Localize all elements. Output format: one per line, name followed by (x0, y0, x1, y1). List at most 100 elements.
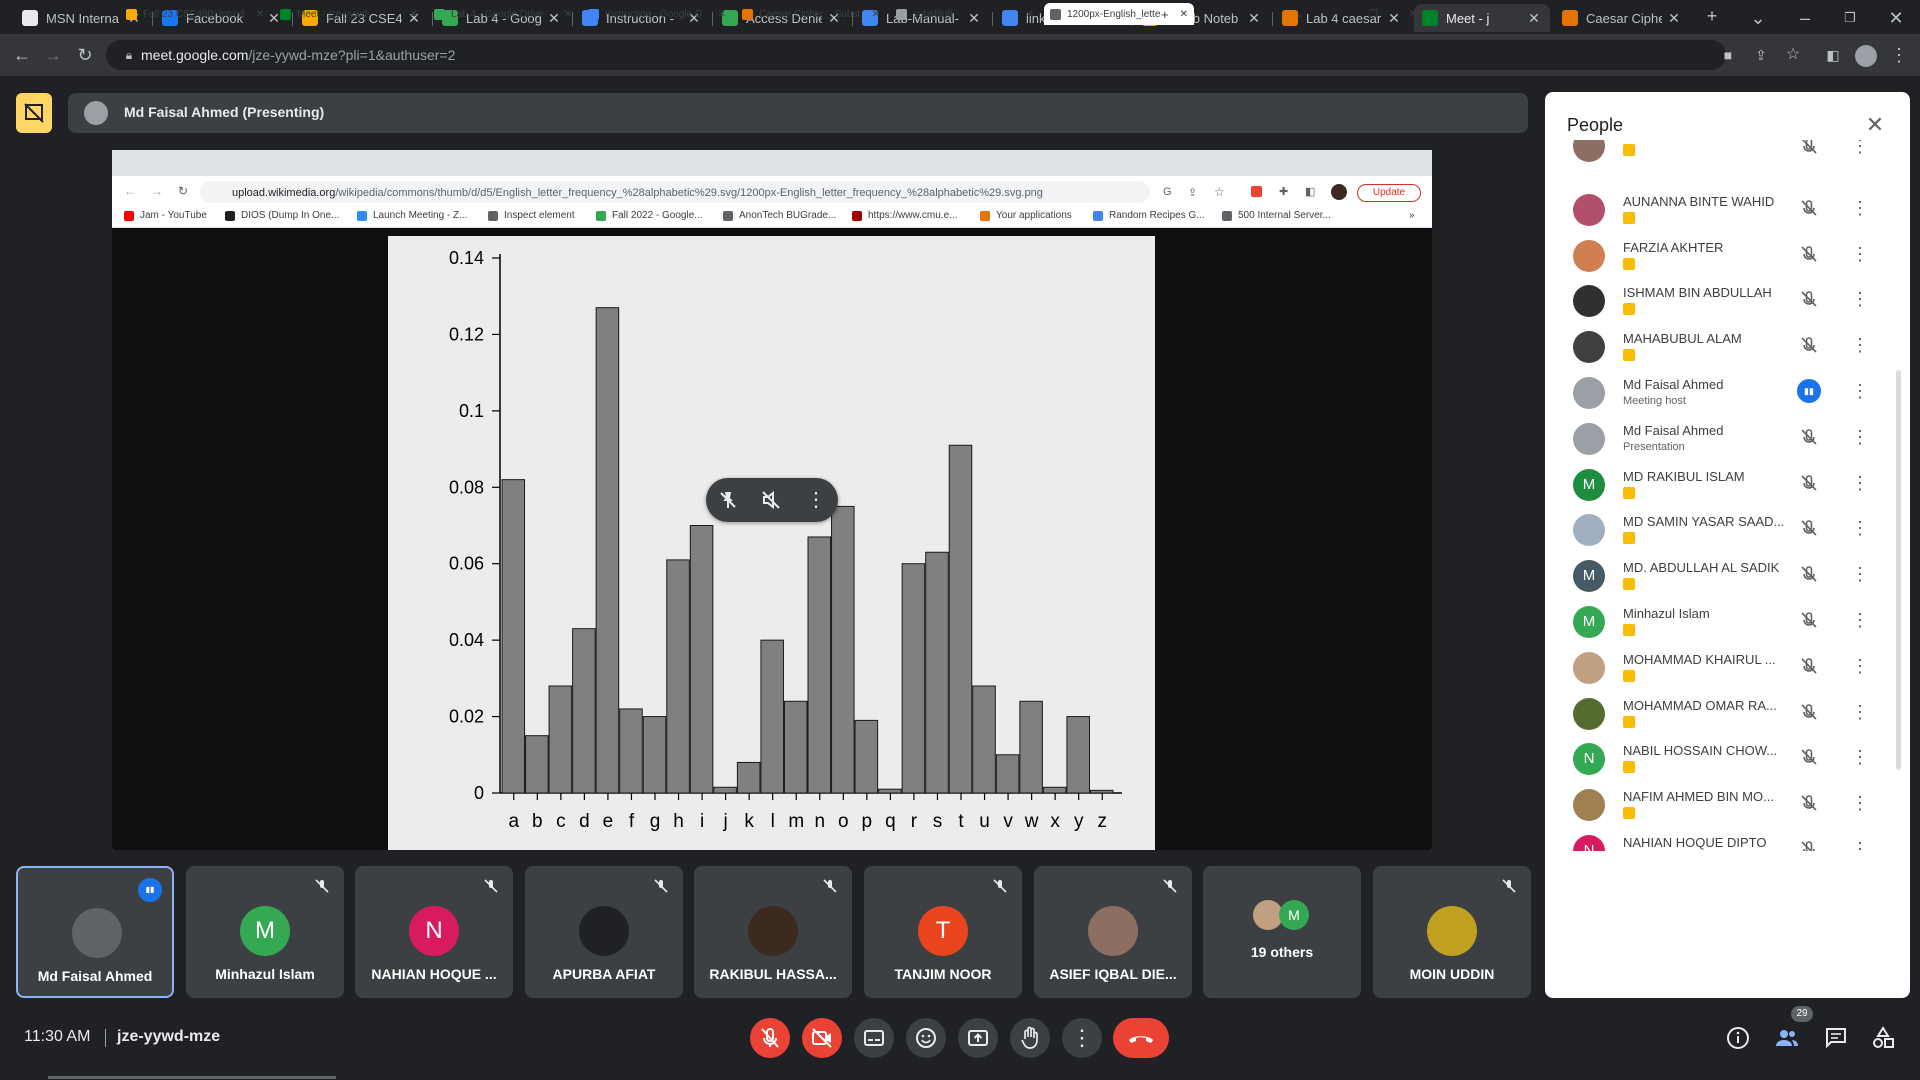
browser-tab[interactable]: Meet - j ✕ (1414, 4, 1550, 32)
people-list-item[interactable]: ⋮ (1545, 140, 1900, 176)
people-list-item[interactable]: N NAHIAN HOQUE DIPTO ⋮ (1545, 827, 1900, 851)
bar-e (595, 307, 620, 794)
bar-x (1042, 786, 1067, 794)
bar-v (995, 754, 1020, 794)
present-now-button[interactable] (958, 1018, 998, 1058)
chat-icon[interactable] (1823, 1025, 1849, 1051)
participant-tile[interactable]: T TANJIM NOOR (864, 866, 1022, 998)
tab-close-icon[interactable]: ✕ (1386, 10, 1402, 27)
mic-off-icon[interactable] (1797, 608, 1821, 632)
camera-in-use-icon[interactable]: ■ (1716, 43, 1740, 67)
close-panel-icon[interactable]: ✕ (1863, 113, 1887, 137)
participant-more-icon[interactable]: ⋮ (1851, 140, 1869, 158)
mic-off-icon[interactable] (1797, 791, 1821, 815)
participant-more-icon[interactable]: ⋮ (1851, 700, 1869, 724)
camera-off-button[interactable] (802, 1018, 842, 1058)
x-tick-label: q (885, 811, 896, 832)
shared-bookmark-favicon-icon (723, 210, 733, 221)
participant-more-icon[interactable]: ⋮ (1851, 196, 1869, 220)
back-icon[interactable]: ← (10, 43, 34, 67)
mic-off-icon[interactable] (1797, 242, 1821, 266)
participant-more-icon[interactable]: ⋮ (1851, 287, 1869, 311)
avatar (1573, 194, 1605, 226)
browser-tab[interactable]: Caesar Ciphe ✕ (1554, 4, 1690, 32)
shared-bookmark-favicon-icon (1222, 210, 1232, 221)
tab-close-icon[interactable]: ✕ (1526, 10, 1542, 27)
participant-tile[interactable]: RAKIBUL HASSA... (694, 866, 852, 998)
tab-close-icon[interactable]: ✕ (1666, 10, 1682, 27)
shared-tab-search-icon: ⌄ (1296, 8, 1305, 20)
mic-off-icon[interactable] (1797, 837, 1821, 851)
mic-off-icon[interactable] (1797, 196, 1821, 220)
participant-more-icon[interactable]: ⋮ (1851, 654, 1869, 678)
shared-tab-favicon-icon (434, 8, 445, 20)
people-icon[interactable] (1774, 1025, 1800, 1051)
browser-menu-icon[interactable]: ⋮ (1887, 43, 1911, 67)
raise-hand-button[interactable] (1010, 1018, 1050, 1058)
mic-off-icon[interactable] (1797, 745, 1821, 769)
participant-more-icon[interactable]: ⋮ (1851, 471, 1869, 495)
microphone-off-button[interactable] (750, 1018, 790, 1058)
participant-tile[interactable]: M 19 others (1203, 866, 1361, 998)
participant-more-icon[interactable]: ⋮ (1851, 562, 1869, 586)
leave-call-button[interactable] (1113, 1018, 1169, 1058)
mic-off-icon[interactable] (1797, 700, 1821, 724)
mic-off-icon (483, 878, 499, 894)
mic-off-icon[interactable] (1797, 516, 1821, 540)
speaking-indicator-icon[interactable]: ▮▮ (1797, 379, 1821, 403)
tab-search-icon[interactable]: ⌄ (1746, 6, 1770, 30)
mic-off-icon[interactable] (1797, 654, 1821, 678)
mic-off-icon[interactable] (1797, 287, 1821, 311)
mic-off-icon[interactable] (1797, 140, 1821, 158)
mic-off-icon[interactable] (1797, 562, 1821, 586)
participant-tile[interactable]: APURBA AFIAT (525, 866, 683, 998)
reload-icon[interactable]: ↻ (73, 43, 97, 67)
mic-off-icon (992, 878, 1008, 894)
participant-more-icon[interactable]: ⋮ (1851, 425, 1869, 449)
shared-browser-tab-strip (112, 150, 1432, 176)
participant-more-icon[interactable]: ⋮ (1851, 242, 1869, 266)
participant-more-icon[interactable]: ⋮ (1851, 791, 1869, 815)
participant-more-icon[interactable]: ⋮ (1851, 745, 1869, 769)
people-panel-scrollbar[interactable] (1896, 370, 1901, 770)
bookmark-star-icon[interactable]: ☆ (1781, 43, 1805, 67)
participant-more-icon[interactable]: ⋮ (1851, 608, 1869, 632)
participant-tile[interactable]: ASIEF IQBAL DIE... (1034, 866, 1192, 998)
new-tab-icon[interactable]: + (1700, 4, 1724, 28)
participant-name: RAKIBUL HASSA... (709, 966, 837, 982)
mic-off-icon[interactable] (1797, 333, 1821, 357)
captions-button[interactable] (854, 1018, 894, 1058)
participant-tile[interactable]: M Minhazul Islam (186, 866, 344, 998)
profile-avatar[interactable] (1855, 45, 1877, 67)
participant-name: Md Faisal Ahmed (1623, 377, 1724, 392)
more-options-icon[interactable]: ⋮ (804, 488, 828, 512)
participant-more-icon[interactable]: ⋮ (1851, 333, 1869, 357)
activities-icon[interactable] (1870, 1025, 1896, 1051)
shared-tab-close-icon: ✕ (871, 8, 880, 20)
mute-presentation-audio-icon[interactable] (759, 488, 783, 512)
participant-more-icon[interactable]: ⋮ (1851, 379, 1869, 403)
x-tick-label: x (1050, 811, 1060, 832)
restore-icon[interactable]: ❐ (1838, 6, 1862, 30)
shared-update-button: Update (1357, 184, 1421, 202)
audio-off-icon[interactable] (1797, 425, 1821, 449)
participant-more-icon[interactable]: ⋮ (1851, 837, 1869, 851)
tab-close-icon[interactable]: ✕ (1246, 10, 1262, 27)
forward-icon[interactable]: → (41, 43, 65, 67)
lock-icon[interactable]: 🔒︎ (117, 43, 141, 67)
emoji-reactions-button[interactable] (906, 1018, 946, 1058)
close-window-icon[interactable]: ✕ (1884, 6, 1908, 30)
meeting-details-icon[interactable] (1725, 1025, 1751, 1051)
minimize-icon[interactable]: – (1793, 6, 1817, 30)
share-icon[interactable]: ⇪ (1749, 43, 1773, 67)
more-options-button[interactable]: ⋮ (1062, 1018, 1102, 1058)
presentation-indicator-icon[interactable] (16, 93, 52, 133)
side-panel-icon[interactable]: ◧ (1821, 43, 1845, 67)
participant-tile[interactable]: MOIN UDDIN (1373, 866, 1531, 998)
participant-tile[interactable]: Md Faisal Ahmed ▮▮ (16, 866, 174, 998)
shared-tab-favicon-icon (280, 8, 291, 20)
participant-more-icon[interactable]: ⋮ (1851, 516, 1869, 540)
mic-off-icon[interactable] (1797, 471, 1821, 495)
participant-tile[interactable]: N NAHIAN HOQUE ... (355, 866, 513, 998)
pin-off-icon[interactable] (716, 488, 740, 512)
